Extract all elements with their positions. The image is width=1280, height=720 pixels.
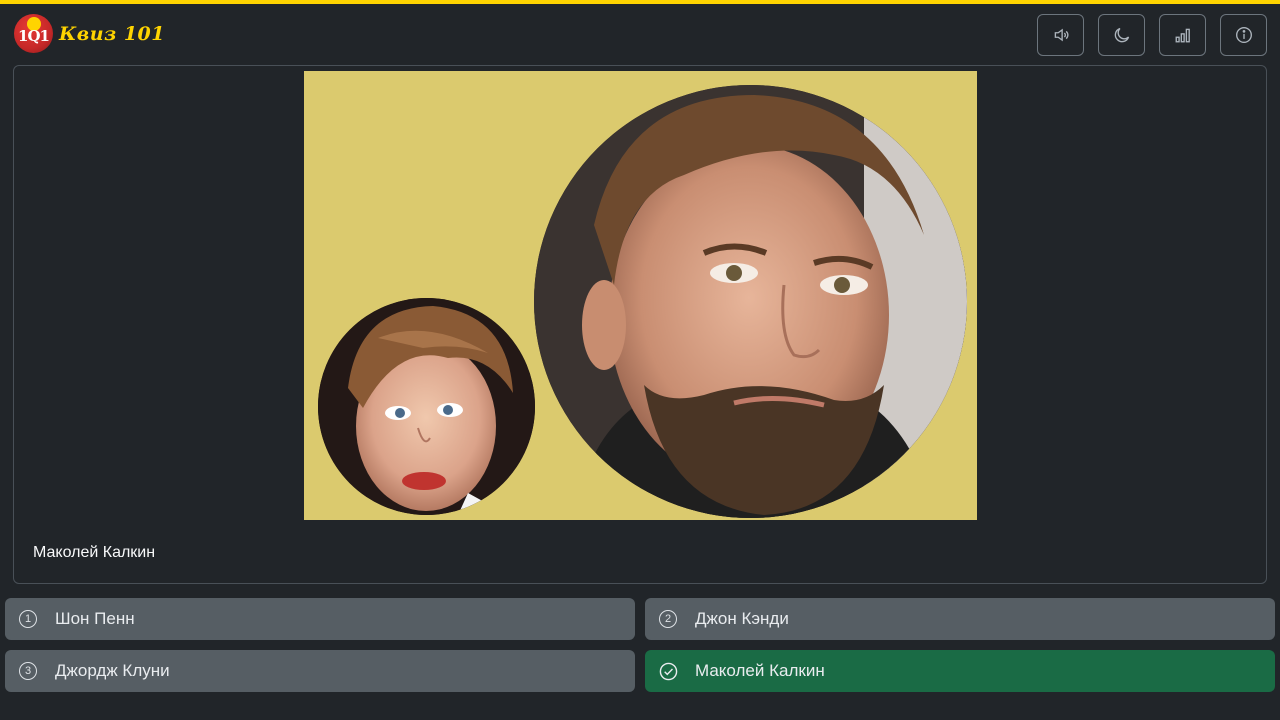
header: 1Q1 Квиз 101: [0, 4, 1280, 64]
option-label: Джон Кэнди: [695, 609, 789, 628]
child-portrait: [318, 298, 535, 515]
moon-icon: [1114, 27, 1129, 43]
logo-digits: 1Q1: [18, 26, 50, 45]
info-button[interactable]: [1220, 14, 1267, 56]
answer-option-1[interactable]: 1 Шон Пенн: [5, 598, 635, 640]
signal-bars-icon: [1175, 28, 1190, 43]
brand-logo[interactable]: 1Q1 Квиз 101: [14, 14, 165, 53]
speaker-icon: [1054, 28, 1069, 42]
answer-option-2[interactable]: 2 Джон Кэнди: [645, 598, 1275, 640]
theme-toggle-button[interactable]: [1098, 14, 1145, 56]
option-label: Джордж Клуни: [55, 661, 170, 680]
stats-button[interactable]: [1159, 14, 1206, 56]
quiz-image: [304, 71, 977, 520]
answer-option-4-correct[interactable]: Маколей Калкин: [645, 650, 1275, 692]
answer-caption: Маколей Калкин: [33, 544, 156, 561]
number-2-icon: 2: [659, 610, 677, 628]
logo-badge: 1Q1: [14, 14, 53, 53]
option-label: Маколей Калкин: [695, 661, 825, 680]
number-3-icon: 3: [19, 662, 37, 680]
option-label: Шон Пенн: [55, 609, 135, 628]
answer-option-3[interactable]: 3 Джордж Клуни: [5, 650, 635, 692]
toolbar: [1037, 14, 1267, 56]
question-card: Маколей Калкин: [13, 65, 1267, 584]
number-1-icon: 1: [19, 610, 37, 628]
brand-name: Квиз 101: [59, 22, 165, 45]
check-circle-icon: [659, 662, 678, 680]
info-icon: [1235, 27, 1252, 43]
sound-button[interactable]: [1037, 14, 1084, 56]
adult-portrait: [534, 85, 967, 518]
